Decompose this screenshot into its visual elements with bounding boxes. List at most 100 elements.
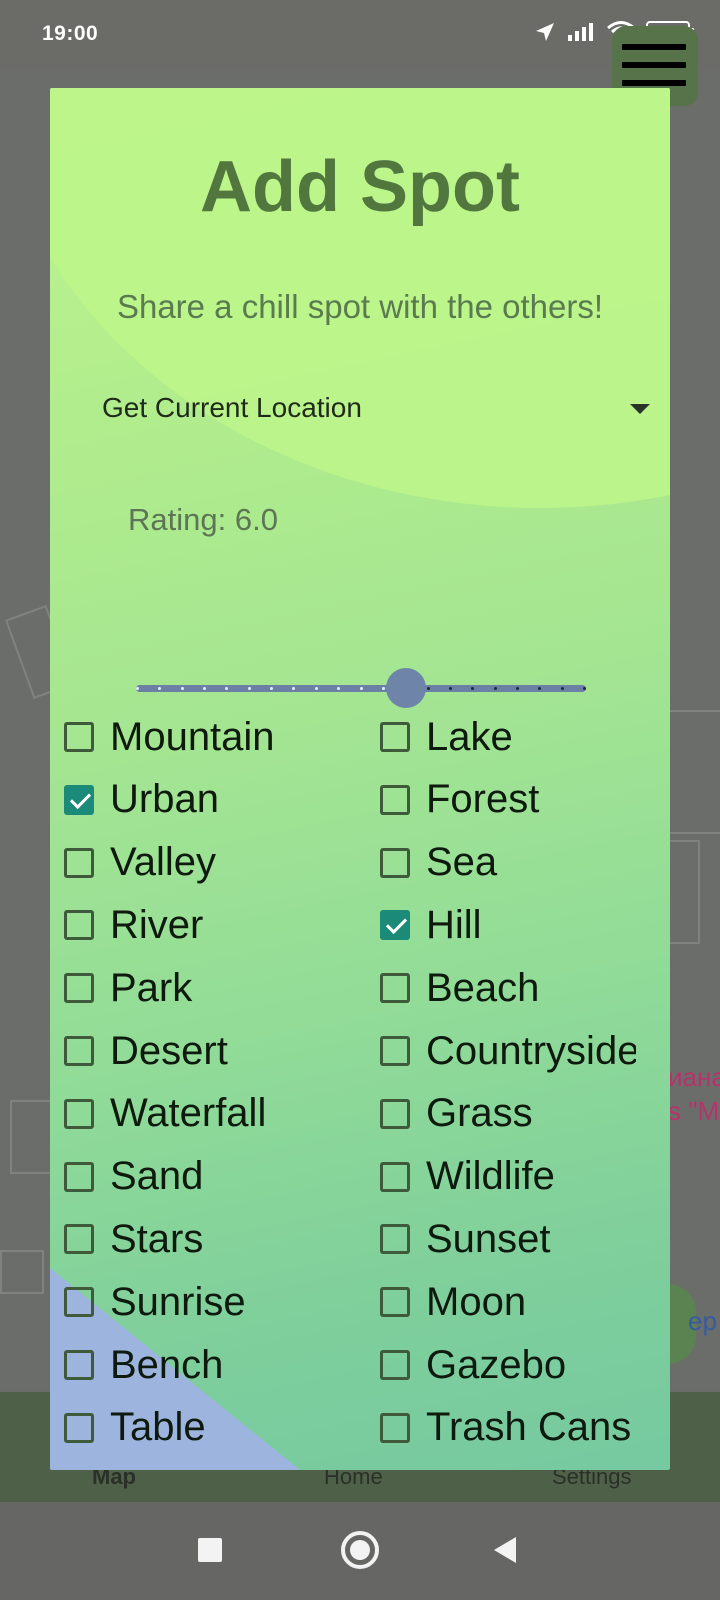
signal-icon [568,23,593,41]
checkbox-unchecked-icon[interactable] [380,722,410,752]
slider-tick [448,687,452,690]
map-label: иана s "Ma [668,1060,720,1128]
category-checkbox-forest[interactable]: Forest [380,771,636,829]
location-dropdown[interactable]: Get Current Location [102,384,662,440]
checkbox-unchecked-icon[interactable] [64,722,94,752]
category-checkbox-trash-cans[interactable]: Trash Cans [380,1399,636,1457]
checkbox-unchecked-icon[interactable] [64,1350,94,1380]
rating-label: Rating: 6.0 [128,502,278,537]
dialog-title: Add Spot [200,147,520,227]
category-checkbox-hill[interactable]: Hill [380,896,636,954]
checkbox-unchecked-icon[interactable] [380,1350,410,1380]
category-checkbox-park[interactable]: Park [64,959,192,1017]
map-label-line: иана [668,1062,720,1092]
checkbox-unchecked-icon[interactable] [64,1412,94,1443]
status-time: 19:00 [42,22,99,45]
category-checkbox-table[interactable]: Table [64,1399,206,1457]
category-checkbox-stars[interactable]: Stars [64,1210,203,1268]
map-label-blue: ер [688,1306,717,1336]
checkbox-unchecked-icon[interactable] [64,1036,94,1066]
checkbox-checked-icon[interactable] [64,784,94,815]
checkbox-label: Hill [426,902,482,947]
checkbox-label: Park [110,965,193,1010]
category-checkbox-wildlife[interactable]: Wildlife [380,1148,636,1206]
category-checkbox-beach[interactable]: Beach [380,959,636,1017]
checkbox-unchecked-icon[interactable] [380,1161,410,1192]
checkbox-label: Sea [426,840,498,885]
checkbox-unchecked-icon[interactable] [380,1287,410,1318]
category-checkbox-desert[interactable]: Desert [64,1022,228,1080]
map-block [0,1250,44,1294]
checkbox-label: Lake [426,714,513,759]
checkbox-label: Gazebo [426,1342,567,1387]
slider-tick [359,687,363,690]
checkbox-label: Moon [426,1279,527,1324]
map-label-line: s "Ma [668,1096,720,1126]
checkbox-label: Sand [110,1154,204,1199]
category-checkbox-mountain[interactable]: Mountain [64,708,275,766]
checkbox-label: Waterfall [110,1091,267,1136]
home-button[interactable] [341,1531,379,1569]
checkbox-unchecked-icon[interactable] [380,1098,410,1129]
category-checkbox-bench[interactable]: Bench [64,1336,223,1394]
checkbox-unchecked-icon[interactable] [380,847,410,878]
dialog-subtitle: Share a chill spot with the others! [116,288,604,325]
checkbox-label: Valley [110,840,216,885]
checkbox-unchecked-icon[interactable] [64,910,94,941]
checkbox-label: Bench [110,1342,224,1387]
slider-tick [381,687,385,690]
checkbox-label: Countryside [426,1028,636,1073]
category-checkbox-sunrise[interactable]: Sunrise [64,1273,246,1331]
checkbox-label: Sunrise [110,1279,246,1324]
checkbox-label: Wildlife [426,1154,555,1199]
checkbox-unchecked-icon[interactable] [380,784,410,815]
location-dropdown-value: Get Current Location [102,392,362,423]
rating-slider[interactable] [136,668,586,708]
slider-tick [493,687,497,690]
category-checkbox-grass[interactable]: Grass [380,1085,636,1143]
checkbox-unchecked-icon[interactable] [380,1412,410,1443]
category-checkbox-urban[interactable]: Urban [64,771,219,829]
checkbox-unchecked-icon[interactable] [64,1098,94,1129]
checkbox-unchecked-icon[interactable] [64,847,94,878]
checkbox-label: Beach [426,965,540,1010]
recents-button[interactable] [198,1538,222,1562]
checkbox-unchecked-icon[interactable] [380,1036,410,1066]
checkbox-unchecked-icon[interactable] [64,973,94,1004]
hamburger-icon-bar [622,62,686,68]
checkbox-unchecked-icon[interactable] [64,1287,94,1318]
checkbox-label: Stars [110,1216,204,1261]
checkbox-unchecked-icon[interactable] [380,973,410,1004]
category-checkbox-sand[interactable]: Sand [64,1148,203,1206]
category-checkbox-valley[interactable]: Valley [64,834,216,892]
category-checkbox-sea[interactable]: Sea [380,834,636,892]
checkbox-unchecked-icon[interactable] [64,1224,94,1255]
category-checkbox-countryside[interactable]: Countryside [380,1022,636,1080]
category-checkbox-gazebo[interactable]: Gazebo [380,1336,636,1394]
slider-tick [247,687,251,690]
checkbox-label: Desert [110,1028,228,1073]
category-checkbox-waterfall[interactable]: Waterfall [64,1085,266,1143]
slider-tick [180,687,184,690]
checkbox-unchecked-icon[interactable] [64,1161,94,1192]
slider-tick [426,687,430,690]
map-block [10,1100,54,1174]
slider-tick [314,687,318,690]
slider-tick [136,687,139,690]
checkbox-unchecked-icon[interactable] [380,1224,410,1255]
category-checkbox-sunset[interactable]: Sunset [380,1210,636,1268]
checkbox-label: Urban [110,777,219,822]
slider-tick [583,687,586,690]
hamburger-icon-bar [622,80,686,86]
back-button[interactable] [494,1537,516,1563]
checkbox-label: River [110,902,204,947]
location-arrow-icon [536,23,554,41]
category-checkbox-moon[interactable]: Moon [380,1273,636,1331]
checkbox-checked-icon[interactable] [380,910,410,941]
checkbox-label: Forest [426,777,540,822]
category-checkbox-lake[interactable]: Lake [380,708,636,766]
category-checkbox-river[interactable]: River [64,896,203,954]
slider-thumb[interactable] [386,668,426,708]
dropdown-arrow-icon [630,404,650,414]
checkbox-label: Trash Cans [426,1405,632,1450]
